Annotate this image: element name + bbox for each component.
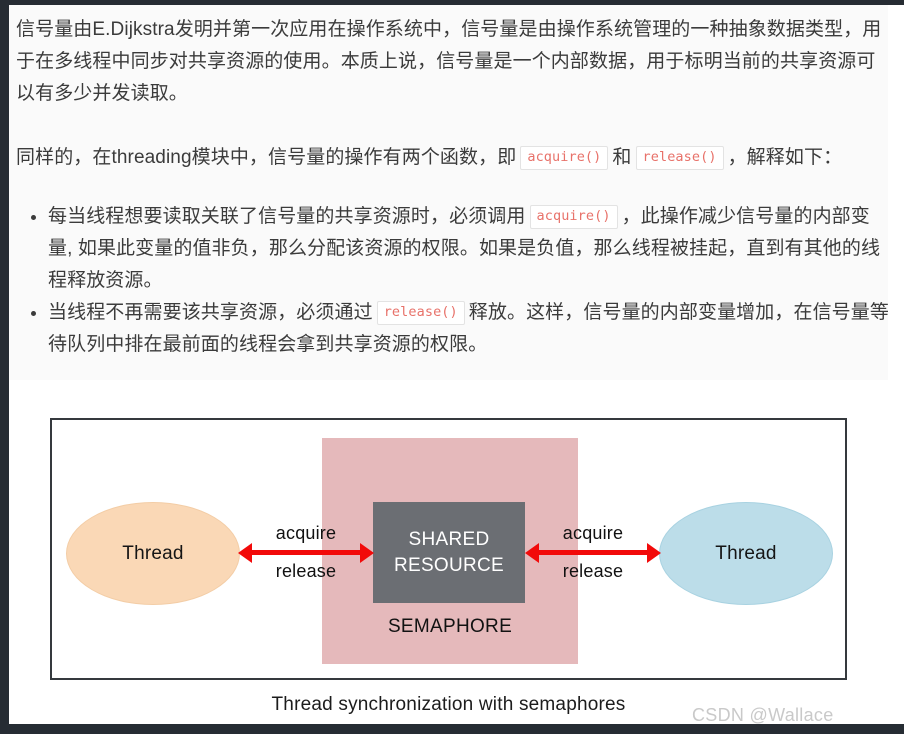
arrow-group-right: acquire release bbox=[525, 502, 661, 603]
code-acquire: acquire() bbox=[520, 146, 609, 170]
paragraph-intro: 信号量由E.Dijkstra发明并第一次应用在操作系统中，信号量是由操作系统管理… bbox=[16, 19, 882, 104]
bullet-list: 每当线程想要读取关联了信号量的共享资源时，必须调用 acquire() ，此操作减少… bbox=[16, 201, 888, 361]
window-left-edge bbox=[0, 0, 9, 734]
double-arrow-icon bbox=[250, 550, 362, 555]
thread-node-right: Thread bbox=[659, 502, 833, 605]
thread-node-left: Thread bbox=[66, 502, 240, 605]
page-root: 信号量由E.Dijkstra发明并第一次应用在操作系统中，信号量是由操作系统管理… bbox=[0, 0, 904, 734]
arrow-right-acquire-label: acquire bbox=[562, 523, 624, 543]
bullet-1-text-before: 每当线程想要读取关联了信号量的共享资源时，必须调用 bbox=[48, 206, 526, 227]
arrow-head-right-icon bbox=[360, 543, 374, 563]
semaphore-label: SEMAPHORE bbox=[387, 616, 513, 637]
code-release: release() bbox=[635, 146, 724, 170]
list-item: 每当线程想要读取关联了信号量的共享资源时，必须调用 acquire() ，此操作减少… bbox=[31, 201, 888, 297]
paragraph-functions-text-before: 同样的，在threading模块中，信号量的操作有两个函数，即 bbox=[16, 147, 517, 168]
shared-resource-line-2: RESOURCE bbox=[393, 554, 505, 576]
arrow-right-release-label: release bbox=[562, 561, 624, 581]
shared-resource-box: SHARED RESOURCE bbox=[373, 502, 525, 603]
paragraph-functions-text-after: ，解释如下： bbox=[727, 147, 843, 168]
arrow-left-release-label: release bbox=[275, 561, 337, 581]
shared-resource-line-1: SHARED bbox=[408, 528, 490, 550]
double-arrow-icon bbox=[537, 550, 649, 555]
list-item: 当线程不再需要该共享资源，必须通过 release() 释放。这样，信号量的内部变量… bbox=[31, 297, 888, 361]
csdn-watermark: CSDN @Wallace Zhang bbox=[692, 705, 834, 724]
article-content: 信号量由E.Dijkstra发明并第一次应用在操作系统中，信号量是由操作系统管理… bbox=[9, 5, 888, 724]
text-region: 信号量由E.Dijkstra发明并第一次应用在操作系统中，信号量是由操作系统管理… bbox=[9, 5, 888, 380]
arrow-left-acquire-label: acquire bbox=[275, 523, 337, 543]
arrow-head-right-icon bbox=[647, 543, 661, 563]
window-bottom-edge bbox=[0, 724, 904, 734]
figure-region: SEMAPHORE SHARED RESOURCE Thread Thread … bbox=[9, 380, 888, 724]
code-release-bullet: release() bbox=[376, 301, 465, 325]
semaphore-diagram: SEMAPHORE SHARED RESOURCE Thread Thread … bbox=[50, 418, 847, 680]
arrow-head-left-icon bbox=[238, 543, 252, 563]
paragraph-functions: 同样的，在threading模块中，信号量的操作有两个函数，即 acquire()… bbox=[16, 142, 882, 174]
arrow-head-left-icon bbox=[525, 543, 539, 563]
bullet-2-text-before: 当线程不再需要该共享资源，必须通过 bbox=[48, 302, 373, 323]
code-acquire-bullet: acquire() bbox=[529, 205, 618, 229]
paragraph-functions-text-middle: 和 bbox=[612, 147, 632, 168]
arrow-group-left: acquire release bbox=[238, 502, 374, 603]
